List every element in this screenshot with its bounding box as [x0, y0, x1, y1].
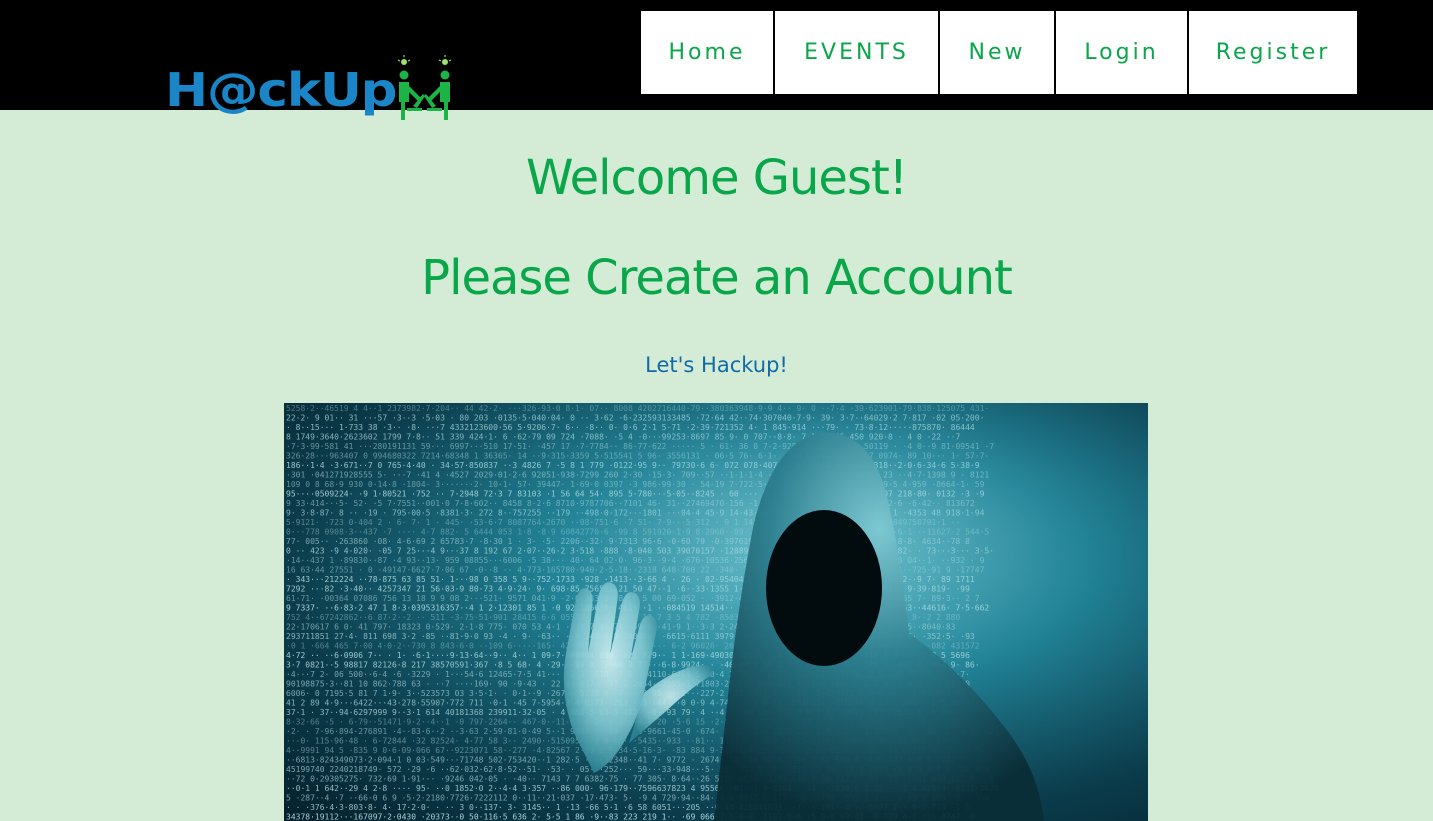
create-account-heading: Please Create an Account — [421, 250, 1013, 306]
nav-register-link[interactable]: Register — [1189, 11, 1357, 94]
nav-login-link[interactable]: Login — [1056, 11, 1187, 94]
welcome-heading: Welcome Guest! — [525, 150, 908, 206]
logo-figures-icon — [397, 55, 452, 120]
hero-hacker-image: 5258·2··46519 4 4··1 2373982·7·204·· 44 … — [284, 403, 1148, 821]
main-nav: Home EVENTS New Login Register — [641, 11, 1357, 94]
nav-events-link[interactable]: EVENTS — [775, 11, 938, 94]
nav-home-link[interactable]: Home — [641, 11, 773, 94]
hacker-illustration: 5258·2··46519 4 4··1 2373982·7·204·· 44 … — [284, 403, 1148, 821]
tagline: Let's Hackup! — [645, 353, 788, 377]
hackup-logo[interactable]: H@ckUp — [165, 54, 457, 126]
nav-new-link[interactable]: New — [940, 11, 1054, 94]
logo-text: H@ckUp — [165, 63, 398, 117]
